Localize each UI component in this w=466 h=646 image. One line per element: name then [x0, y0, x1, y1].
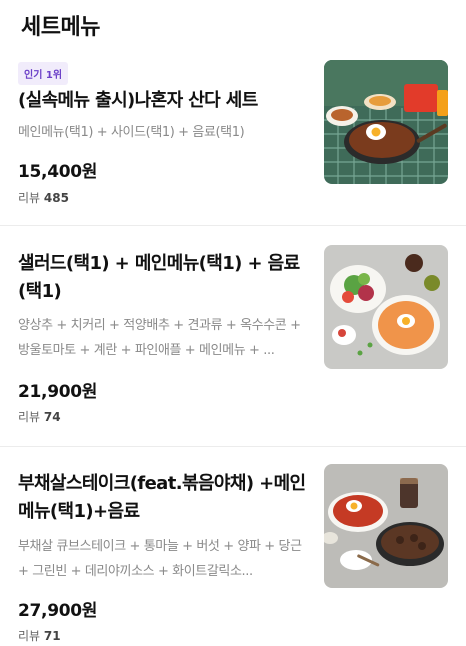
- popular-badge: 인기 1위: [18, 62, 69, 85]
- menu-item-name: 부채살스테이크(feat.볶음야채) +메인메뉴(택1)+음료: [18, 473, 306, 522]
- menu-item-name: (실속메뉴 출시)나혼자 산다 세트: [18, 90, 258, 111]
- set-menu-page: 세트메뉴 인기 1위 (실속메뉴 출시)나혼자 산다 세트 메인메뉴(택1) +…: [0, 0, 466, 646]
- menu-item-price: 21,900원: [18, 382, 98, 402]
- menu-item-photo[interactable]: [324, 60, 448, 184]
- menu-item-name: 샐러드(택1) + 메인메뉴(택1) + 음료(택1): [18, 253, 300, 302]
- review-count: 74: [43, 410, 61, 424]
- menu-item-description: 메인메뉴(택1) + 사이드(택1) + 음료(택1): [18, 125, 245, 140]
- menu-item[interactable]: 샐러드(택1) + 메인메뉴(택1) + 음료(택1) 양상추 + 치커리 + …: [0, 225, 466, 445]
- menu-item-photo[interactable]: [324, 245, 448, 369]
- menu-item-description: 부채살 큐브스테이크 + 통마늘 + 버섯 + 양파 + 당근 + 그린빈 + …: [18, 539, 302, 579]
- menu-item-price: 15,400원: [18, 162, 98, 182]
- section-title: 세트메뉴: [21, 15, 100, 40]
- review-count: 71: [43, 629, 61, 643]
- review-label: 리뷰: [18, 629, 41, 643]
- menu-item-review: 리뷰 74: [18, 408, 61, 425]
- review-label: 리뷰: [18, 410, 41, 424]
- menu-item-photo[interactable]: [324, 464, 448, 588]
- menu-item[interactable]: 부채살스테이크(feat.볶음야채) +메인메뉴(택1)+음료 부채살 큐브스테…: [0, 446, 466, 646]
- menu-item-review: 리뷰 485: [18, 189, 69, 206]
- review-label: 리뷰: [18, 191, 41, 205]
- menu-item-review: 리뷰 71: [18, 627, 61, 644]
- review-count: 485: [43, 191, 69, 205]
- menu-item-price: 27,900원: [18, 601, 98, 621]
- menu-item[interactable]: 인기 1위 (실속메뉴 출시)나혼자 산다 세트 메인메뉴(택1) + 사이드(…: [0, 46, 466, 224]
- menu-item-description: 양상추 + 치커리 + 적양배추 + 견과류 + 옥수수콘 + 방울토마토 + …: [18, 318, 301, 358]
